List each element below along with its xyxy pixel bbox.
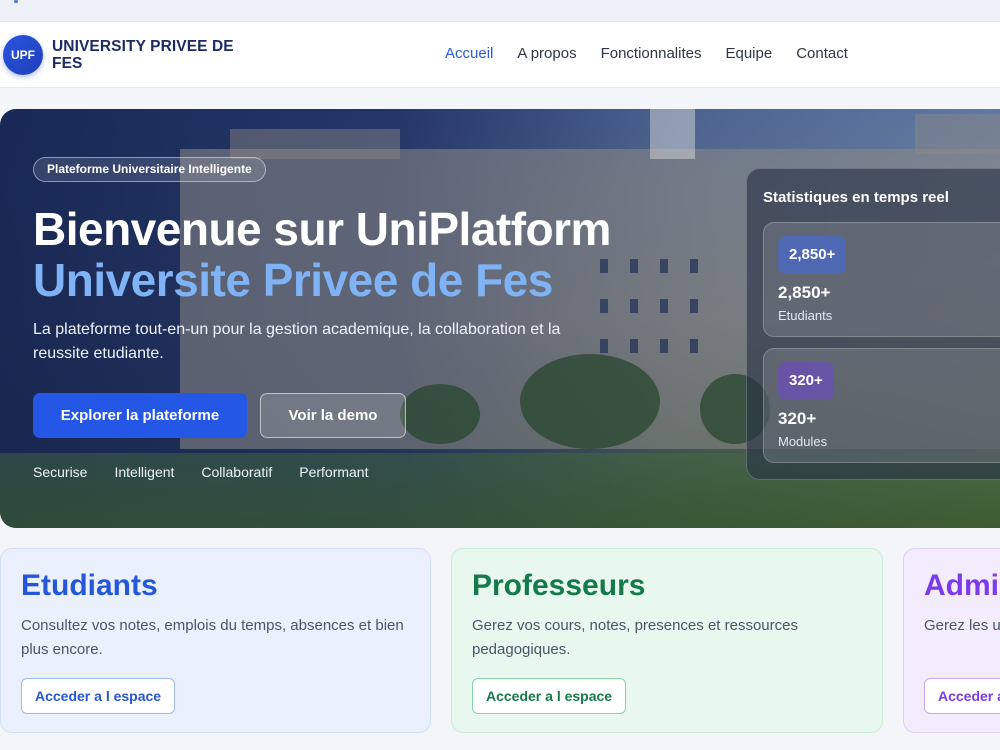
feature-item: Collaboratif <box>201 464 273 480</box>
stat-badge: 320+ <box>778 362 834 400</box>
hero-window <box>630 339 638 353</box>
hero-tree <box>400 384 480 444</box>
stat-value: 320+ <box>778 409 817 428</box>
hero-section: Plateforme Universitaire Intelligente Bi… <box>0 109 1000 528</box>
nav-item-accueil[interactable]: Accueil <box>445 45 493 62</box>
stat-value: 2,850+ <box>778 283 831 302</box>
nav-item-a-propos[interactable]: A propos <box>517 45 576 62</box>
hero-window <box>660 259 668 273</box>
card-title: Admi <box>924 569 999 602</box>
hero-window <box>690 339 698 353</box>
hero-window <box>690 259 698 273</box>
hero-building-right-roof <box>915 114 1000 154</box>
hero-window <box>630 259 638 273</box>
card-professeurs: Professeurs Gerez vos cours, notes, pres… <box>451 548 883 733</box>
access-space-button[interactable]: Acceder a <box>924 678 1000 714</box>
hero-tree <box>520 354 660 449</box>
feature-item: Intelligent <box>114 464 175 480</box>
card-title: Professeurs <box>472 569 646 602</box>
hero-badge: Plateforme Universitaire Intelligente <box>33 157 266 182</box>
nav-item-equipe[interactable]: Equipe <box>725 45 772 62</box>
card-description: Consultez vos notes, emplois du temps, a… <box>21 617 404 658</box>
hero-building-roof <box>230 129 400 159</box>
hero-window <box>660 299 668 313</box>
stat-card-modules: 320+ 320+ Modules <box>763 348 1000 463</box>
feature-item: Securise <box>33 464 88 480</box>
stats-title: Statistiques en temps reel <box>763 189 949 206</box>
card-description: Gerez vos cours, notes, presences et res… <box>472 617 798 658</box>
hero-window <box>660 339 668 353</box>
hero-window <box>600 299 608 313</box>
brand-name[interactable]: UNIVERSITY PRIVEE DE FES <box>52 38 242 72</box>
site-header: UPF UNIVERSITY PRIVEE DE FES Accueil A p… <box>0 22 1000 88</box>
hero-window <box>630 299 638 313</box>
card-administration: Admi Gerez les u parametres Acceder a <box>903 548 1000 733</box>
strip-marker <box>14 0 18 3</box>
stat-badge: 2,850+ <box>778 236 847 274</box>
hero-subtitle: Universite Privee de Fes <box>33 254 553 306</box>
card-title: Etudiants <box>21 569 158 602</box>
hero-window <box>600 259 608 273</box>
feature-item: Performant <box>299 464 369 480</box>
stat-label: Etudiants <box>778 308 833 323</box>
hero-description: La plateforme tout-en-un pour la gestion… <box>33 321 561 362</box>
nav-item-contact[interactable]: Contact <box>796 45 848 62</box>
hero-title: Bienvenue sur UniPlatform <box>33 203 611 255</box>
view-demo-button[interactable]: Voir la demo <box>260 393 406 438</box>
explore-platform-button[interactable]: Explorer la plateforme <box>33 393 247 438</box>
logo-badge[interactable]: UPF <box>3 35 43 75</box>
access-space-button[interactable]: Acceder a l espace <box>472 678 627 714</box>
nav-item-fonctionnalites[interactable]: Fonctionnalites <box>601 45 702 62</box>
hero-tower <box>650 109 695 159</box>
stats-panel: Statistiques en temps reel 2,850+ 2,850+… <box>746 168 1000 480</box>
feature-list: Securise Intelligent Collaboratif Perfor… <box>33 464 395 480</box>
card-etudiants: Etudiants Consultez vos notes, emplois d… <box>0 548 431 733</box>
stat-label: Modules <box>778 434 828 449</box>
hero-window <box>690 299 698 313</box>
card-description: Gerez les u parametres <box>924 617 1000 634</box>
stat-card-etudiants: 2,850+ 2,850+ Etudiants <box>763 222 1000 337</box>
top-strip <box>0 0 1000 22</box>
main-nav: Accueil A propos Fonctionnalites Equipe … <box>445 45 872 62</box>
access-space-button[interactable]: Acceder a l espace <box>21 678 176 714</box>
